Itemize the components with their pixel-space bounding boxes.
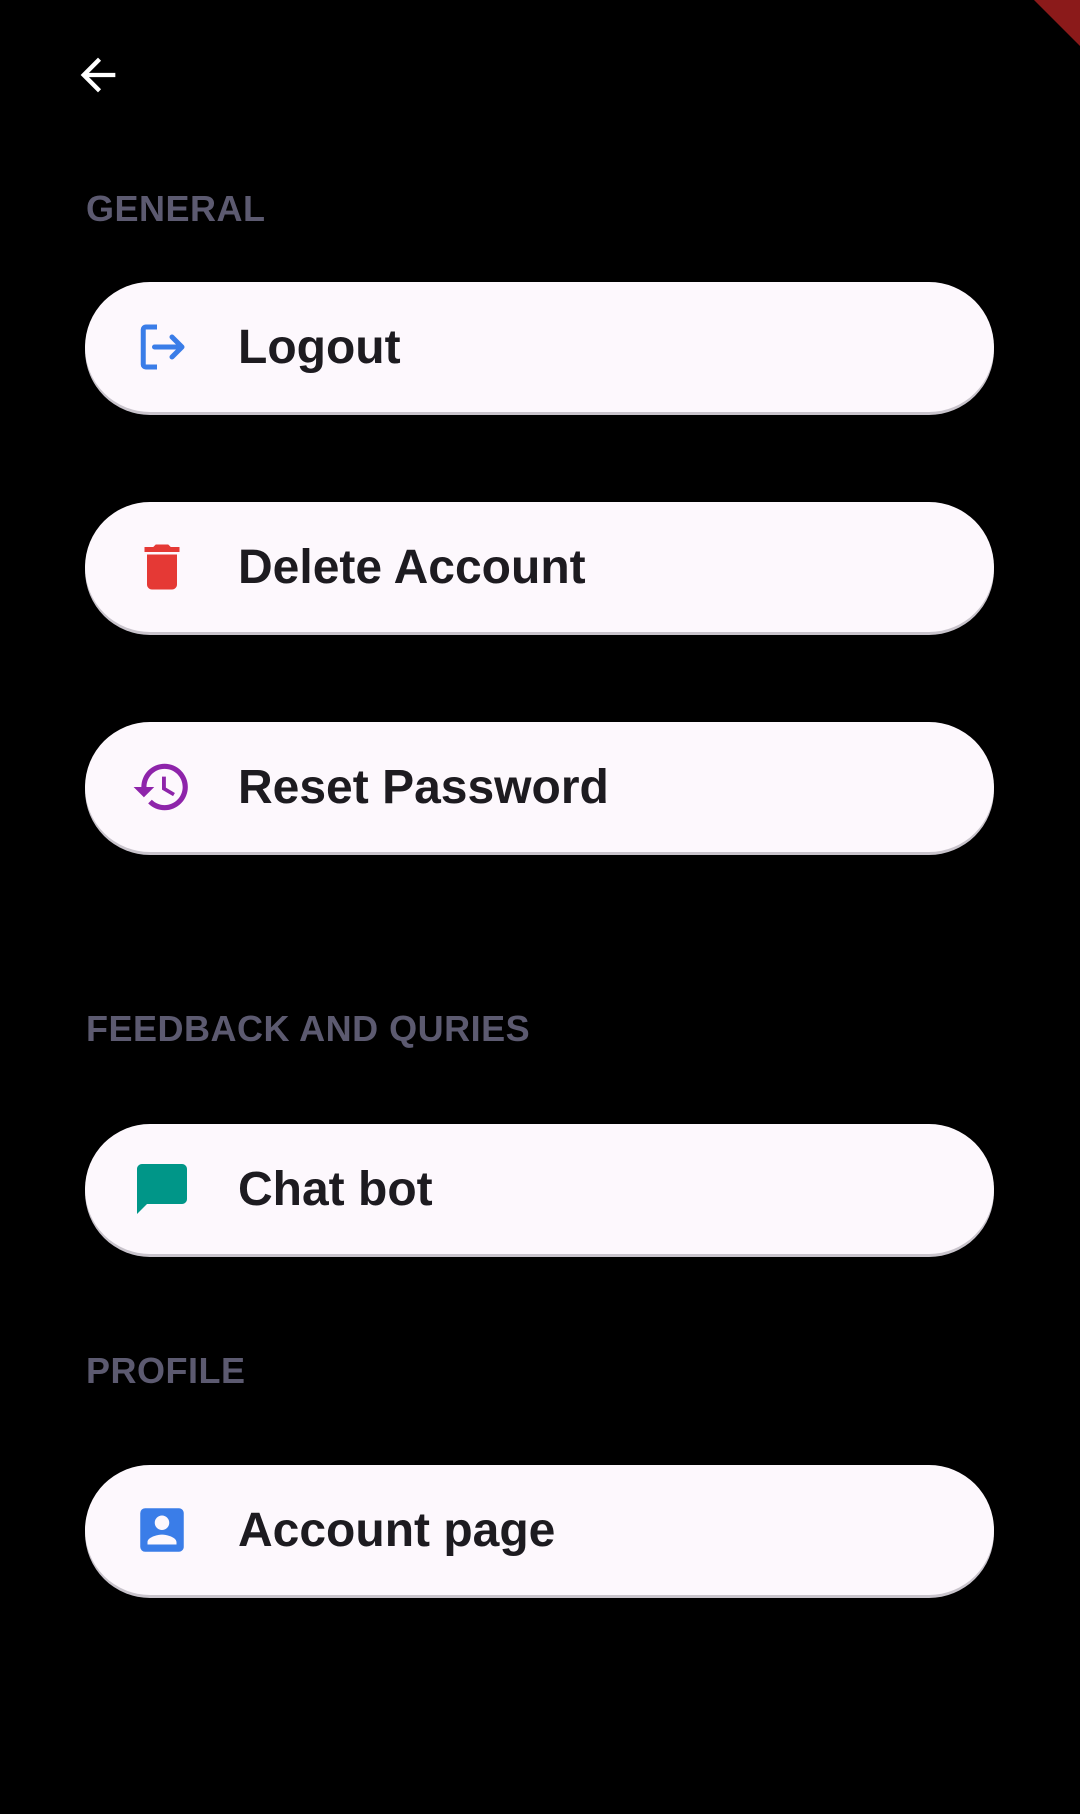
delete-account-button[interactable]: Delete Account — [85, 502, 994, 632]
arrow-back-icon — [80, 57, 116, 93]
logout-button[interactable]: Logout — [85, 282, 994, 412]
debug-banner — [1034, 0, 1080, 46]
history-icon — [130, 755, 194, 819]
back-button[interactable] — [72, 44, 142, 106]
reset-password-label: Reset Password — [238, 760, 609, 814]
logout-icon — [130, 315, 194, 379]
account-page-label: Account page — [238, 1503, 556, 1557]
chat-bot-button[interactable]: Chat bot — [85, 1124, 994, 1254]
chat-bubble-icon — [130, 1157, 194, 1221]
logout-label: Logout — [238, 320, 401, 374]
section-header-general: GENERAL — [86, 188, 266, 229]
reset-password-button[interactable]: Reset Password — [85, 722, 994, 852]
account-box-icon — [130, 1498, 194, 1562]
trash-icon — [130, 535, 194, 599]
section-header-profile: PROFILE — [86, 1350, 246, 1391]
delete-account-label: Delete Account — [238, 540, 586, 594]
section-header-feedback: FEEDBACK AND QURIES — [86, 1008, 531, 1049]
chat-bot-label: Chat bot — [238, 1162, 433, 1216]
account-page-button[interactable]: Account page — [85, 1465, 994, 1595]
